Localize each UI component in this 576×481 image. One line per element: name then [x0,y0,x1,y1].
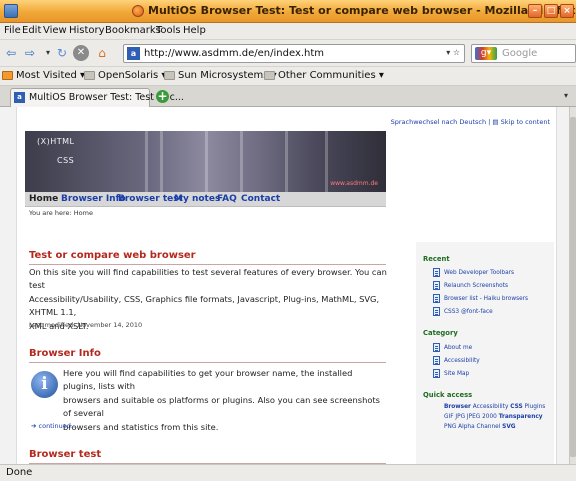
home-icon[interactable]: ⌂ [94,45,110,61]
nav-contact[interactable]: Contact [241,194,280,204]
bookmark-sun-microsystems[interactable]: Sun Microsystems ▾ [164,70,277,81]
scrollbar-thumb[interactable] [570,117,576,457]
menu-file[interactable]: File [4,25,21,36]
menu-view[interactable]: View [43,25,67,36]
nav-home[interactable]: Home [29,194,58,204]
sidebar-category-heading: Category [423,329,458,337]
window-title: MultiOS Browser Test: Test or compare we… [148,4,576,17]
url-bar[interactable]: a http://www.asdmm.de/en/index.htm ▾ ☆ [123,44,465,63]
banner-watermark: www.asdmm.de [330,180,378,187]
close-button[interactable]: × [560,4,574,18]
nav-faq[interactable]: FAQ [217,194,237,204]
sidebar: Recent Web Developer Toolbars Relaunch S… [416,242,554,464]
bookmark-folder-icon [2,71,13,80]
url-input[interactable]: http://www.asdmm.de/en/index.htm [144,48,324,59]
bookmark-other-communities[interactable]: Other Communities ▾ [264,70,384,81]
page-body: Sprachwechsel nach Deutsch | ▤ Skip to c… [16,107,557,464]
new-tab-button[interactable]: + [156,90,169,103]
document-icon [433,268,440,277]
google-icon[interactable]: g▾ [475,47,497,60]
quick-access-tags[interactable]: GIF JPG JPEG 2000 Transparency [444,414,543,420]
last-modified: Last modified: November 14, 2010 [29,321,143,329]
breadcrumb: You are here: Home [29,209,93,217]
nav-my-notes[interactable]: My notes [174,194,220,204]
nav-browser-info[interactable]: Browser Info [61,194,126,204]
site-navigation: Home Browser Info Browser test My notes … [25,192,386,207]
language-links[interactable]: Sprachwechsel nach Deutsch | ▤ Skip to c… [391,118,550,126]
menu-history[interactable]: History [69,25,105,36]
bookmark-folder-icon [264,71,275,80]
document-icon [433,294,440,303]
back-icon[interactable]: ⇦ [3,45,19,61]
document-icon [433,281,440,290]
menu-tools[interactable]: Tools [156,25,181,36]
status-bar: Done [0,464,576,481]
forward-icon[interactable]: ⇨ [22,45,38,61]
status-text: Done [6,467,33,478]
sidebar-recent-heading: Recent [423,255,450,263]
heading-browser-info[interactable]: Browser Info [29,348,101,359]
url-dropdown-icon[interactable]: ▾ ☆ [446,48,460,57]
bookmark-most-visited[interactable]: Most Visited ▾ [2,70,85,81]
document-icon [433,369,440,378]
window-menu-icon[interactable] [4,4,18,18]
bookmark-opensolaris[interactable]: OpenSolaris ▾ [84,70,166,81]
site-icon: a [127,47,140,60]
maximize-button[interactable]: □ [544,4,558,18]
category-item[interactable]: Site Map [433,369,469,378]
quick-access-tags[interactable]: PNG Alpha Channel SVG [444,424,516,430]
favicon: a [14,92,25,103]
minimize-button[interactable]: – [528,4,542,18]
bookmark-folder-icon [84,71,95,80]
title-bar: MultiOS Browser Test: Test or compare we… [0,0,576,23]
stop-icon[interactable]: ✕ [73,45,89,61]
reload-icon[interactable]: ↻ [54,45,70,61]
menu-bar: File Edit View History Bookmarks Tools H… [0,23,576,40]
search-input[interactable]: Google [502,48,537,59]
banner-css-text: CSS [57,156,75,165]
tab-bar: a MultiOS Browser Test: Test or c... + ▾ [0,86,576,107]
recent-item[interactable]: Web Developer Toolbars [433,268,514,277]
tab-list-icon[interactable]: ▾ [564,91,568,100]
search-box[interactable]: g▾ Google [471,44,576,63]
category-item[interactable]: Accessibility [433,356,480,365]
menu-edit[interactable]: Edit [22,25,41,36]
menu-bookmarks[interactable]: Bookmarks [105,25,161,36]
document-icon [433,307,440,316]
document-icon [433,343,440,352]
firefox-icon [132,5,144,17]
heading-rule [29,362,386,363]
info-icon: i [31,371,58,398]
menu-help[interactable]: Help [183,25,206,36]
heading-test-or-compare: Test or compare web browser [29,250,196,261]
sidebar-quick-access-heading: Quick access [423,391,473,399]
bookmark-folder-icon [164,71,175,80]
heading-rule [29,264,386,265]
vertical-scrollbar[interactable] [569,107,576,464]
banner-xhtml-text: (X)HTML [37,137,75,146]
navigation-toolbar: ⇦ ⇨ ▾ ↻ ✕ ⌂ a http://www.asdmm.de/en/ind… [0,40,576,67]
heading-browser-test[interactable]: Browser test [29,449,101,460]
browser-info-paragraph: Here you will find capabilities to get y… [63,368,380,432]
document-icon [433,356,440,365]
continued-link[interactable]: ➔ continued... [31,422,77,430]
tab-multios[interactable]: a MultiOS Browser Test: Test or c... [10,88,184,107]
header-banner: (X)HTML CSS www.asdmm.de [25,131,386,192]
page-viewport: Sprachwechsel nach Deutsch | ▤ Skip to c… [0,107,569,464]
quick-access-tags[interactable]: Browser Accessibility CSS Plugins [444,404,545,410]
firefox-window: MultiOS Browser Test: Test or compare we… [0,0,576,481]
bookmarks-toolbar: Most Visited ▾ OpenSolaris ▾ Sun Microsy… [0,67,576,86]
recent-item[interactable]: Relaunch Screenshots [433,281,508,290]
recent-item[interactable]: CSS3 @font-face [433,307,493,316]
recent-item[interactable]: Browser list - Haiku browsers [433,294,528,303]
category-item[interactable]: About me [433,343,472,352]
